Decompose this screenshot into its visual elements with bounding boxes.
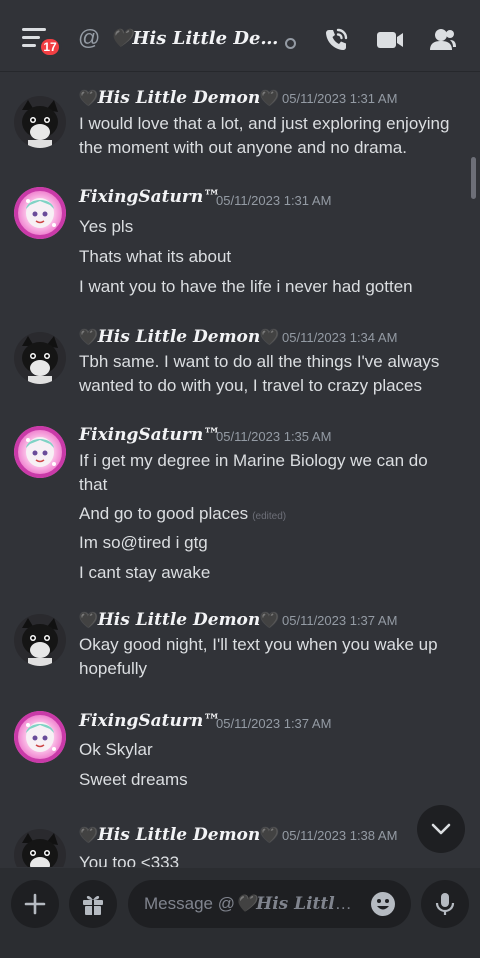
message-text: Okay good night, I'll text you when you …: [79, 635, 438, 654]
offline-status-icon: [285, 38, 296, 49]
message-author[interactable]: 🖤His Little Demon🖤: [79, 327, 279, 347]
message-timestamp: 05/11/2023 1:37 AM: [282, 613, 398, 628]
message-text: Yes pls: [79, 217, 134, 236]
gift-button[interactable]: [69, 880, 117, 928]
message-text: I cant stay awake: [79, 563, 211, 582]
message-text: hopefully: [79, 659, 148, 678]
message-text: If i get my degree in Marine Biology we …: [79, 451, 428, 470]
unread-badge: 17: [38, 36, 62, 58]
message-timestamp: 05/11/2023 1:31 AM: [216, 193, 332, 208]
message-timestamp: 05/11/2023 1:31 AM: [282, 91, 398, 106]
dark-cat-avatar[interactable]: [14, 614, 66, 666]
chevron-down-icon: [431, 823, 451, 835]
message-timestamp: 05/11/2023 1:38 AM: [282, 828, 398, 843]
pink-anime-avatar[interactable]: [14, 711, 66, 763]
chat-header: 17 @ 🖤His Little Dem...: [0, 0, 480, 72]
message-text: Tbh same. I want to do all the things I'…: [79, 352, 440, 371]
at-icon: @: [78, 25, 101, 50]
message-text: I would love that a lot, and just explor…: [79, 114, 450, 133]
channel-title[interactable]: 🖤His Little Dem...: [110, 28, 282, 49]
message-input-placeholder: Message @🖤His Little...: [144, 894, 356, 914]
message-timestamp: 05/11/2023 1:37 AM: [216, 716, 332, 731]
dark-cat-avatar[interactable]: [14, 829, 66, 867]
message-author[interactable]: 🖤His Little Demon🖤: [79, 825, 279, 845]
message-text: Im so@tired i gtg: [79, 533, 208, 552]
message-text: Ok Skylar: [79, 740, 153, 759]
scrollbar[interactable]: [471, 157, 476, 199]
message-composer: Message @🖤His Little...: [0, 868, 480, 958]
message-author[interactable]: FixingSaturn™: [79, 187, 220, 207]
plus-icon: [24, 893, 46, 915]
dark-cat-avatar[interactable]: [14, 332, 66, 384]
message-text: the moment with out anyone and no drama.: [79, 138, 407, 157]
message-list[interactable]: 🖤His Little Demon🖤 05/11/2023 1:31 AM I …: [0, 73, 480, 867]
message-text: And go to good places (edited): [79, 504, 287, 523]
message-author[interactable]: 🖤His Little Demon🖤: [79, 610, 279, 630]
jump-to-bottom-button[interactable]: [417, 805, 465, 853]
dark-cat-avatar[interactable]: [14, 96, 66, 148]
message-input[interactable]: Message @🖤His Little...: [128, 880, 411, 928]
microphone-icon: [435, 893, 455, 915]
video-camera-icon[interactable]: [375, 26, 405, 54]
message-author[interactable]: FixingSaturn™: [79, 425, 220, 445]
edited-label: (edited): [252, 511, 287, 522]
message-text: wanted to do with you, I travel to crazy…: [79, 376, 423, 395]
members-icon[interactable]: [428, 26, 458, 54]
voice-message-button[interactable]: [421, 880, 469, 928]
pink-anime-avatar[interactable]: [14, 187, 66, 239]
message-timestamp: 05/11/2023 1:34 AM: [282, 330, 398, 345]
message-text: Thats what its about: [79, 247, 232, 266]
pink-anime-avatar[interactable]: [14, 426, 66, 478]
message-author[interactable]: 🖤His Little Demon🖤: [79, 88, 279, 108]
message-text: You too <333: [79, 853, 180, 867]
message-author[interactable]: FixingSaturn™: [79, 711, 220, 731]
message-text: I want you to have the life i never had …: [79, 277, 413, 296]
message-text: Sweet dreams: [79, 770, 188, 789]
message-timestamp: 05/11/2023 1:35 AM: [216, 429, 332, 444]
gift-icon: [83, 895, 103, 915]
emoji-icon[interactable]: [370, 891, 396, 917]
phone-call-icon[interactable]: [322, 26, 350, 54]
message-text: that: [79, 475, 108, 494]
add-attachment-button[interactable]: [11, 880, 59, 928]
